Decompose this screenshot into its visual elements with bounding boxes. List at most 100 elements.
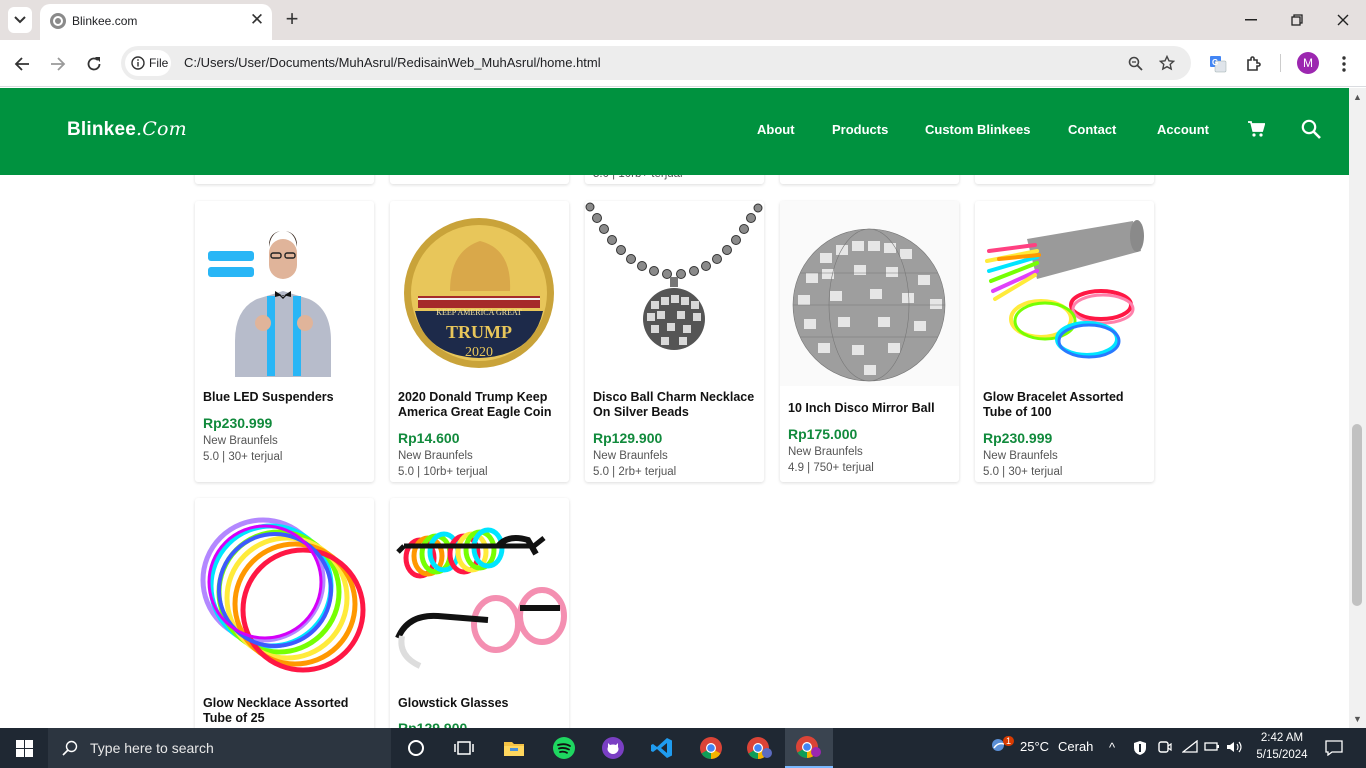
- browser-toolbar: File C:/Users/User/Documents/MuhAsrul/Re…: [0, 40, 1366, 87]
- product-name[interactable]: Glowstick Glasses: [398, 696, 563, 711]
- tab-close-icon[interactable]: ✕: [248, 10, 266, 30]
- product-card[interactable]: Disco Ball Charm Necklace On Silver Bead…: [585, 201, 764, 482]
- product-name[interactable]: Glow Bracelet Assorted Tube of 100: [983, 390, 1148, 420]
- spotify-icon[interactable]: [540, 728, 588, 768]
- zoom-icon[interactable]: [1123, 51, 1147, 75]
- product-name[interactable]: Blue LED Suspenders: [203, 390, 368, 405]
- product-meta: 5.0 | 10rb+ terjual: [398, 466, 488, 478]
- address-bar[interactable]: File C:/Users/User/Documents/MuhAsrul/Re…: [121, 46, 1191, 80]
- glow-necklace-image: [200, 517, 366, 673]
- coin-top-text: KEEP AMERICA GREAT: [436, 308, 522, 317]
- windows-taskbar: Type here to search 1 25°C Cerah ^ 2:42 …: [0, 728, 1366, 768]
- globe-icon: [50, 13, 66, 29]
- task-view-icon[interactable]: [440, 728, 488, 768]
- taskbar-search-box[interactable]: Type here to search: [48, 728, 391, 768]
- site-logo[interactable]: Blinkee.Com: [67, 118, 187, 141]
- browser-tab[interactable]: Blinkee.com ✕: [40, 4, 272, 40]
- reload-button[interactable]: [80, 50, 108, 78]
- arrow-right-icon: [51, 57, 66, 71]
- file-explorer-icon[interactable]: [490, 728, 538, 768]
- chrome-active-icon[interactable]: [785, 728, 833, 768]
- meet-now-icon[interactable]: [1158, 740, 1172, 757]
- close-window-button[interactable]: [1328, 8, 1358, 32]
- product-location: New Braunfels: [203, 435, 278, 447]
- scroll-thumb[interactable]: [1352, 424, 1362, 606]
- github-desktop-icon[interactable]: [589, 728, 637, 768]
- product-meta: 5.0 | 2rb+ terjual: [593, 466, 677, 478]
- menu-kebab-icon[interactable]: [1330, 50, 1358, 78]
- tab-title: Blinkee.com: [72, 14, 138, 28]
- url-text[interactable]: C:/Users/User/Documents/MuhAsrul/Redisai…: [184, 55, 601, 70]
- disco-necklace-image: [585, 202, 763, 350]
- product-card[interactable]: 10 Inch Disco Mirror Ball Rp175.000 New …: [780, 201, 959, 482]
- disco-ball-image: [780, 201, 959, 386]
- back-button[interactable]: [8, 50, 36, 78]
- product-price: Rp230.999: [983, 430, 1053, 446]
- product-name[interactable]: 2020 Donald Trump Keep America Great Eag…: [398, 390, 563, 420]
- product-name[interactable]: Glow Necklace Assorted Tube of 25: [203, 696, 368, 726]
- product-location: New Braunfels: [398, 450, 473, 462]
- translate-icon[interactable]: G: [1204, 50, 1232, 78]
- minimize-icon: [1245, 19, 1257, 21]
- speaker-icon[interactable]: [1226, 740, 1242, 757]
- product-name[interactable]: 10 Inch Disco Mirror Ball: [788, 401, 953, 416]
- nav-contact[interactable]: Contact: [1068, 122, 1116, 137]
- page-scrollbar[interactable]: ▲ ▼: [1349, 88, 1366, 728]
- weather-condition[interactable]: Cerah: [1058, 739, 1093, 754]
- cortana-icon[interactable]: [392, 728, 440, 768]
- page-viewport: Blinkee.Com About Products Custom Blinke…: [0, 88, 1349, 728]
- scroll-down-arrow-icon[interactable]: ▼: [1353, 714, 1362, 724]
- bookmark-star-icon[interactable]: [1155, 51, 1179, 75]
- restore-icon: [1291, 14, 1303, 26]
- profile-avatar[interactable]: M: [1297, 52, 1319, 74]
- product-card[interactable]: KEEP AMERICA GREAT TRUMP 2020 2020 Donal…: [390, 201, 569, 482]
- windows-logo-icon: [15, 739, 33, 757]
- nav-account[interactable]: Account: [1157, 122, 1209, 137]
- vscode-icon[interactable]: [638, 728, 686, 768]
- clock-date[interactable]: 5/15/2024: [1255, 749, 1309, 761]
- logo-main: Blinkee: [67, 119, 136, 140]
- info-icon: [131, 56, 145, 70]
- search-icon: [62, 740, 78, 756]
- start-button[interactable]: [0, 728, 48, 768]
- weather-badge: 1: [1003, 736, 1015, 746]
- product-price: Rp129.900: [398, 720, 468, 728]
- minimize-button[interactable]: [1236, 8, 1266, 32]
- search-icon[interactable]: [1301, 119, 1321, 144]
- site-info-chip[interactable]: File: [125, 50, 171, 76]
- toolbar-divider: [1280, 54, 1281, 72]
- product-card[interactable]: Glow Bracelet Assorted Tube of 100 Rp230…: [975, 201, 1154, 482]
- nav-products[interactable]: Products: [832, 122, 888, 137]
- svg-text:G: G: [1212, 58, 1218, 67]
- product-card[interactable]: Glow Necklace Assorted Tube of 25: [195, 498, 374, 728]
- notification-icon[interactable]: [1325, 740, 1343, 759]
- trump-coin-image: KEEP AMERICA GREAT TRUMP 2020: [404, 218, 554, 368]
- product-name[interactable]: Disco Ball Charm Necklace On Silver Bead…: [593, 390, 758, 420]
- restore-button[interactable]: [1282, 8, 1312, 32]
- product-card[interactable]: Glowstick Glasses Rp129.900: [390, 498, 569, 728]
- extensions-puzzle-icon[interactable]: [1240, 50, 1268, 78]
- shield-icon[interactable]: [1133, 740, 1147, 759]
- weather-temp[interactable]: 25°C: [1020, 739, 1049, 754]
- scroll-up-arrow-icon[interactable]: ▲: [1353, 92, 1362, 102]
- chevron-up-icon[interactable]: ^: [1109, 740, 1115, 755]
- forward-button[interactable]: [44, 50, 72, 78]
- wifi-icon[interactable]: [1181, 739, 1198, 757]
- new-tab-button[interactable]: +: [280, 8, 304, 32]
- coin-year-text: 2020: [465, 345, 493, 360]
- product-card[interactable]: Blue LED Suspenders Rp230.999 New Braunf…: [195, 201, 374, 482]
- logo-suffix: .Com: [136, 118, 187, 140]
- tab-search-button[interactable]: [8, 7, 32, 33]
- nav-about[interactable]: About: [757, 122, 795, 137]
- product-price: Rp14.600: [398, 430, 460, 446]
- clock-time[interactable]: 2:42 AM: [1255, 732, 1309, 744]
- chrome-icon[interactable]: [687, 728, 735, 768]
- chrome-profile-icon[interactable]: [736, 728, 784, 768]
- chip-label: File: [149, 56, 169, 70]
- product-location: New Braunfels: [983, 450, 1058, 462]
- site-header: Blinkee.Com About Products Custom Blinke…: [0, 88, 1349, 175]
- nav-custom-blinkees[interactable]: Custom Blinkees: [925, 122, 1030, 137]
- battery-icon[interactable]: [1204, 740, 1220, 755]
- cart-icon[interactable]: [1247, 121, 1266, 142]
- led-suspenders-image: [208, 231, 331, 377]
